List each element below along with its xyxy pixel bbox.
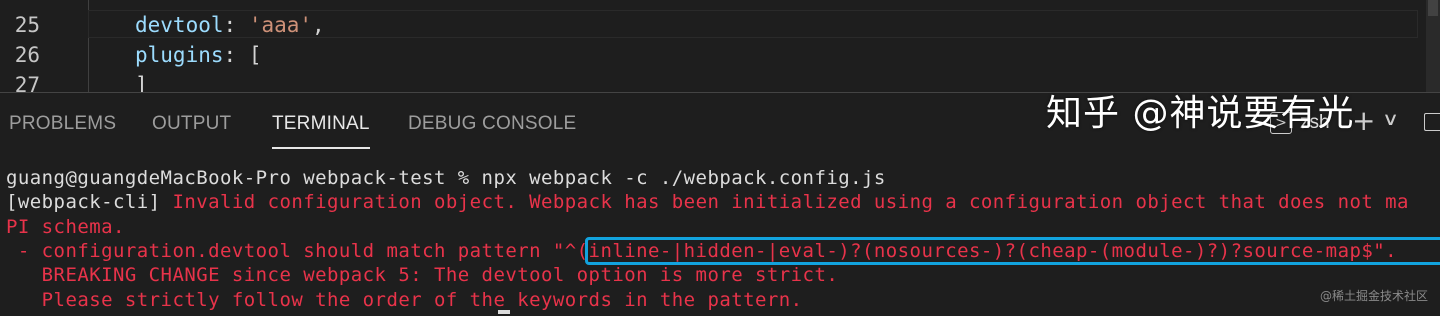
line-number: 27 xyxy=(14,73,40,92)
code-editor[interactable]: 25 devtool: 'aaa', 26 plugins: [ 27 ] xyxy=(0,0,1440,92)
pattern-highlight-box xyxy=(585,237,1440,265)
terminal-prompt-line: guang@guangdeMacBook-Pro webpack-test % … xyxy=(6,167,886,189)
editor-scrollbar[interactable] xyxy=(1426,0,1440,92)
tab-output[interactable]: OUTPUT xyxy=(152,113,231,135)
code-string: 'aaa' xyxy=(248,13,313,37)
split-terminal-icon[interactable] xyxy=(1424,113,1440,131)
scrollbar-thumb[interactable] xyxy=(1428,0,1438,16)
plus-icon[interactable]: + xyxy=(1352,107,1375,135)
code-colon: : xyxy=(223,43,249,67)
code-property: plugins xyxy=(135,43,224,67)
juejin-watermark: @稀土掘金技术社区 xyxy=(1319,289,1428,303)
tab-debug-console[interactable]: DEBUG CONSOLE xyxy=(408,113,576,135)
terminal-breaking-change-line: BREAKING CHANGE since webpack 5: The dev… xyxy=(6,264,839,286)
terminal-output[interactable]: guang@guangdeMacBook-Pro webpack-test % … xyxy=(0,151,1440,316)
code-comma: , xyxy=(312,13,325,37)
tab-problems[interactable]: PROBLEMS xyxy=(9,113,116,135)
line-number: 26 xyxy=(14,43,40,67)
active-tab-indicator xyxy=(272,147,370,149)
code-line[interactable]: ] xyxy=(135,70,148,92)
code-bracket: ] xyxy=(135,73,148,92)
zhihu-watermark: 知乎 @神说要有光 xyxy=(1046,93,1355,134)
error-message: Invalid configuration object. Webpack ha… xyxy=(160,191,1409,213)
code-bracket: [ xyxy=(248,43,262,67)
code-line[interactable]: plugins: [ xyxy=(135,40,261,70)
terminal-error-line: [webpack-cli] Invalid configuration obje… xyxy=(6,190,1409,214)
terminal-error-line-cont: PI schema. xyxy=(6,216,125,238)
chevron-down-icon[interactable]: ∨ xyxy=(1382,109,1399,130)
code-property: devtool xyxy=(135,13,224,37)
code-line[interactable]: devtool: 'aaa', xyxy=(135,10,325,40)
cli-tag: [webpack-cli] xyxy=(6,191,161,213)
terminal-cursor xyxy=(498,310,510,314)
line-number: 25 xyxy=(14,13,40,37)
code-colon: : xyxy=(223,13,249,37)
detail-prefix: - configuration.devtool should match pat… xyxy=(6,240,565,262)
tab-terminal[interactable]: TERMINAL xyxy=(272,113,370,135)
terminal-follow-order-line: Please strictly follow the order of the … xyxy=(6,289,803,311)
